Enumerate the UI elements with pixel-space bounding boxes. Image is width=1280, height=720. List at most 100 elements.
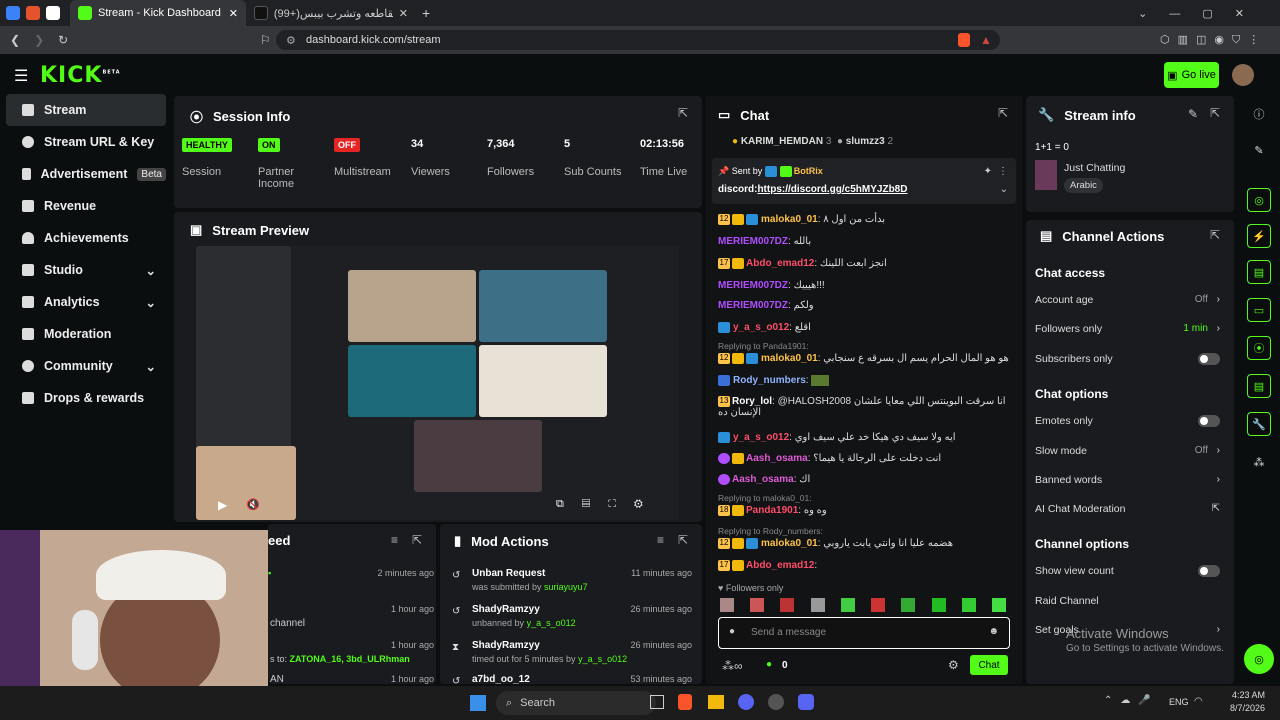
app-icon[interactable]	[738, 694, 754, 710]
popout-icon[interactable]: ⇱	[1210, 106, 1220, 120]
brave-shield-icon[interactable]	[958, 33, 970, 47]
kick-logo[interactable]: KICKBETA	[40, 63, 121, 88]
sidebar-item-studio[interactable]: Studio ⌄	[6, 254, 166, 286]
chat-message[interactable]: 12 maloka0_01: بدأت من اول ٨	[718, 214, 885, 225]
clipboard-icon[interactable]: ▤	[1247, 374, 1271, 398]
chat-message[interactable]: y_a_s_o012: اقلع	[718, 322, 811, 333]
chat-message[interactable]: 12 maloka0_01: هضمه عليا انا وانتي يابت ي…	[718, 538, 953, 549]
wifi-icon[interactable]: ◠	[1194, 696, 1203, 707]
raid-channel-option[interactable]: Raid Channel	[1035, 595, 1099, 607]
filter-icon[interactable]: ≡	[391, 533, 398, 547]
player-controls[interactable]: ⧉▤⛶⚙	[556, 498, 661, 511]
taskbar-search[interactable]: ⌕ Search	[496, 691, 656, 715]
account-age-value[interactable]: Off ›	[1195, 294, 1220, 305]
followers-only-option[interactable]: Followers only	[1035, 323, 1102, 335]
smiley-icon[interactable]: ☻	[988, 626, 999, 637]
chat-input[interactable]: ● Send a message ☻	[718, 617, 1010, 649]
pinned-message[interactable]: 📌 Sent by BotRix discord:https://discord…	[712, 158, 1016, 204]
mod-action-row[interactable]: ↺ Unban Request was submitted by suriayuyu…	[452, 568, 692, 602]
gear-icon[interactable]: ⚙	[948, 658, 959, 672]
brave-icon[interactable]	[678, 694, 692, 710]
tab-tiktok[interactable]: (99+)متتاش المقاطعه وتشرب بيبس ✕	[246, 0, 416, 26]
chat-message[interactable]: MERIEM007DZ: ولكم	[718, 300, 814, 311]
url-field[interactable]: ⚙ dashboard.kick.com/stream	[276, 30, 1000, 50]
sidebar-item-advertisement[interactable]: Advertisement Beta	[6, 158, 166, 190]
filter-icon[interactable]: ≡	[657, 533, 664, 547]
emote-icon[interactable]	[720, 598, 734, 612]
folder-icon[interactable]	[708, 695, 724, 709]
pinned-tab-icon[interactable]	[46, 6, 60, 20]
chevron-down-icon[interactable]: ⌄	[1000, 184, 1008, 195]
edit-icon[interactable]: ✎	[1247, 138, 1271, 162]
mod-action-row[interactable]: ↺ a7bd_oo_12 53 minutes ago	[452, 674, 692, 684]
discord-link[interactable]: https://discord.gg/c5hMYJZb8D	[757, 184, 907, 195]
chat-message[interactable]: y_a_s_o012: ايه ولا سيف دي هيكا خد علي س…	[718, 432, 956, 443]
clock[interactable]: 4:23 AM 8/7/2026	[1230, 689, 1265, 715]
emote-icon[interactable]	[961, 598, 976, 612]
account-age-option[interactable]: Account age	[1035, 294, 1093, 306]
sidebar-item-analytics[interactable]: Analytics ⌄	[6, 286, 166, 318]
chat-message[interactable]: 13 Rory_lol: @HALOSH2008 انا سرقت البوينت…	[718, 396, 1008, 418]
sidebar-item-community[interactable]: Community ⌄	[6, 350, 166, 382]
avatar[interactable]	[1232, 64, 1254, 86]
slow-mode-option[interactable]: Slow mode	[1035, 445, 1087, 457]
chat-message[interactable]: Aash_osama: انت دخلت على الرجالة يا هيما…	[718, 453, 941, 464]
banned-words-option[interactable]: Banned words	[1035, 474, 1102, 486]
chat-message[interactable]: 17 Abdo_emad12: انجز ابعت اللينك	[718, 258, 887, 269]
followers-only-value[interactable]: 1 min ›	[1183, 323, 1220, 334]
site-info-icon[interactable]: ⚙	[286, 34, 296, 47]
tray-icons[interactable]: ⌃☁🎤	[1104, 695, 1159, 706]
tab-kick-dashboard[interactable]: Stream - Kick Dashboard ✕	[70, 0, 246, 26]
play-icon[interactable]: ▶	[218, 498, 227, 512]
pinned-tab-icon[interactable]	[6, 6, 20, 20]
broadcast-icon[interactable]: ⦿	[1247, 336, 1271, 360]
popout-icon[interactable]: ⇱	[678, 533, 688, 547]
bookmark-icon[interactable]: ⚐	[260, 33, 271, 47]
chat-message[interactable]: MERIEM007DZ: بالله	[718, 236, 811, 247]
emote-icon[interactable]	[750, 598, 765, 612]
language-indicator[interactable]: ENG	[1169, 697, 1189, 707]
sidebar-item-drops-rewards[interactable]: Drops & rewards	[6, 382, 166, 414]
menu-icon[interactable]: ☰	[14, 66, 28, 86]
emote-icon[interactable]	[901, 598, 916, 612]
subscribers-only-toggle[interactable]	[1198, 353, 1220, 365]
mod-action-row[interactable]: ↺ ShadyRamzyy unbanned by y_a_s_o012 26 min…	[452, 604, 692, 638]
start-icon[interactable]	[470, 695, 486, 711]
emote-icon[interactable]	[931, 598, 946, 612]
mod-action-row[interactable]: ⧗ ShadyRamzyy timed out for 5 minutes by y…	[452, 640, 692, 674]
more-icon[interactable]: ⋮	[998, 166, 1008, 177]
go-live-button[interactable]: ▣ Go live	[1164, 62, 1219, 88]
slow-mode-value[interactable]: Off ›	[1195, 445, 1220, 456]
window-controls[interactable]: ⌄—▢✕	[1138, 7, 1266, 20]
chevron-right-icon[interactable]: ›	[1217, 624, 1220, 635]
chat-message[interactable]: Aash_osama: اك	[718, 474, 810, 485]
forward-icon[interactable]: ❯	[34, 33, 44, 47]
show-view-count-toggle[interactable]	[1198, 565, 1220, 577]
send-chat-button[interactable]: Chat	[970, 655, 1008, 675]
new-tab-icon[interactable]: +	[422, 5, 430, 21]
pinned-tabs[interactable]	[0, 6, 70, 20]
sidebar-item-stream-url-key[interactable]: Stream URL & Key	[6, 126, 166, 158]
sidebar-item-achievements[interactable]: Achievements	[6, 222, 166, 254]
external-link-icon[interactable]: ⇱	[1212, 503, 1220, 514]
community-icon[interactable]: ⁂	[1247, 450, 1271, 474]
stream-preview-video[interactable]: ▶ 🔇 ⧉▤⛶⚙	[196, 246, 679, 520]
emote-icon[interactable]	[780, 598, 795, 612]
close-icon[interactable]: ✕	[399, 7, 408, 20]
app-icon[interactable]	[768, 694, 784, 710]
camera-icon[interactable]: ◎	[1247, 188, 1271, 212]
settings-infinite-icon[interactable]: ⁂∞	[722, 659, 743, 673]
emotes-only-toggle[interactable]	[1198, 415, 1220, 427]
emote-icon[interactable]	[810, 598, 825, 612]
message-icon[interactable]: ▭	[1247, 298, 1271, 322]
ai-chat-moderation-option[interactable]: AI Chat Moderation	[1035, 503, 1125, 515]
chat-message[interactable]: 17 Abdo_emad12:	[718, 560, 817, 571]
emote-icon[interactable]	[991, 598, 1006, 612]
brave-rewards-icon[interactable]: ▲	[980, 33, 992, 47]
document-icon[interactable]: ▤	[1247, 260, 1271, 284]
chat-message[interactable]: 18 Panda1901: وه وه	[718, 505, 827, 516]
sidebar-item-revenue[interactable]: Revenue	[6, 190, 166, 222]
popout-icon[interactable]: ⇱	[678, 106, 688, 120]
chat-message[interactable]: 12 maloka0_01: هو هو المال الحرام يسم ال …	[718, 353, 1009, 364]
popout-icon[interactable]: ⇱	[412, 533, 422, 547]
